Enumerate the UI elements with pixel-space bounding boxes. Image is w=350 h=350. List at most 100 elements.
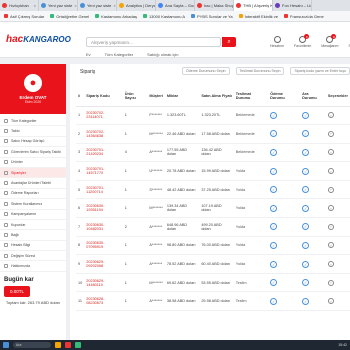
order-code-link[interactable]: 20230630-10482031 [84,217,123,237]
browser-tab[interactable]: Fon Hesabı – Lider× [273,0,312,11]
customer-name: A******* [147,217,165,237]
order-code-link[interactable]: 20230628-08230673 [84,291,123,312]
avatar[interactable]: ● [24,74,42,92]
order-code-link[interactable]: 20230701-11200714 [84,180,123,200]
site-logo[interactable]: hac KANGAROO [6,34,71,45]
chevron-right-icon[interactable]: › [327,112,334,119]
column-header: Ara Durumu [300,86,326,107]
browser-tab[interactable]: Yeni yaz siste × [78,0,117,11]
table-row[interactable]: 4 20230701-14571770 1 Ü******* 20.78 ABD dol… [76,161,350,181]
chevron-right-icon[interactable]: › [327,186,334,193]
order-code-link[interactable]: 20230629-14460110 [84,273,123,293]
order-code-link[interactable]: 20230629-09202068 [84,254,123,274]
table-row[interactable]: 2 20230702-14364638 1 M******* 22.46 ABD dol… [76,124,350,144]
table-row[interactable]: 3 20230701-21420234 4 A******* 177.55 ABD do… [76,143,350,163]
sidebar-item-label: Satıcı Hesap Görüşü [11,139,45,144]
sidebar-item[interactable]: Sistem Kurallarımız [0,199,66,210]
browser-tab[interactable]: Analytics | Deryalt× [117,0,156,11]
browser-tab[interactable]: Ana Sayfa – Googl× [156,0,195,11]
bookmark-item[interactable]: Fransızca'da Gene [284,14,324,19]
sidebar-menu: Tüm Kategoriler Tablo Satıcı Hesap Görüşü G… [0,114,66,274]
order-code-link[interactable]: 20230701-14571770 [84,161,123,181]
product-count: 4 [122,143,148,163]
order-code-link[interactable]: 20230702-23114071 [84,106,123,126]
chevron-right-icon[interactable]: › [327,168,334,175]
filter-dropdown[interactable]: Sipariş kodu yazın ve Enter tuşu [290,67,350,75]
tab-favicon-icon [197,3,202,8]
bookmark-item[interactable]: 13000 Kastamonu A [142,14,185,19]
sidebar-item[interactable]: Hesabı Bilgi [0,241,66,252]
table-row[interactable]: 8 20230630-07095919 1 A******* 98.80 ABD dol… [76,236,350,256]
sidebar-item-label: Hakkımızda [11,264,30,269]
menu-item-icon [4,201,8,206]
chevron-right-icon[interactable]: › [327,279,334,286]
sidebar-item[interactable]: Kuponlar [0,220,66,231]
browser-tabbar: Hızlıçıkhan × Yeni yaz siste × Yeni yaz sist… [0,0,350,11]
category-link[interactable]: Satılığı olmak için [147,52,178,57]
header-icon-favorilerim[interactable]: 0 Favorilerim [294,34,311,48]
bookmark-item[interactable]: Asif Çıkmış Sorular [4,14,44,19]
bookmark-item[interactable]: İnteraktif Ekinlik ve [238,14,278,19]
header-icon-hesabım[interactable]: Hesabım [270,36,284,48]
header-icon-mesajlarım[interactable]: 0 Mesajlarım [321,34,338,48]
options: › [325,106,350,126]
browser-tab[interactable]: hac | Maka Shopp× [195,0,234,11]
bookmark-item[interactable]: Ortaöğretim Genel [50,14,89,19]
chrome-icon[interactable] [65,342,71,348]
order-code-link[interactable]: 20230630-07095919 [84,236,123,256]
check-icon: ✓ [302,260,310,268]
browser-tab[interactable]: THB | Alışveriş Kol× [234,0,273,11]
bookmark-item[interactable]: Kastamonu Arkadaş [95,14,137,19]
sidebar-item[interactable]: Ürünler [0,158,66,168]
sidebar-item[interactable]: Kampanyalarım [0,210,66,220]
table-row[interactable]: 11 20230628-08230673 1 A******* 38.98 ABD do… [76,291,350,312]
close-icon[interactable]: × [113,3,115,8]
table-row[interactable]: 5 20230701-11200714 1 S******* 48.42 ABD dol… [76,180,350,200]
search-input[interactable]: Alışveriş yapmanın... [86,37,221,47]
sidebar-item[interactable]: Değişim Süreci [0,251,66,262]
close-icon[interactable]: × [74,3,76,8]
filter-dropdown[interactable]: Ödeme Durumunu Seçin [181,67,230,75]
search-button[interactable]: ⌕ [222,37,236,47]
sidebar-item[interactable]: Tablo [0,126,66,137]
chevron-right-icon[interactable]: › [327,223,334,230]
column-header: # [76,86,85,107]
chevron-right-icon[interactable]: › [327,205,334,212]
sidebar-item[interactable]: Görevlerim Satıcı Sipariş Takibi [0,147,66,158]
sidebar-item[interactable]: Hakkımızda [0,261,66,272]
filter-dropdown[interactable]: Teslimat Durumunu Seçin [235,67,285,75]
bookmark-item[interactable]: PYBS Sorular ve Ya [190,14,233,19]
app-icon[interactable] [75,342,81,348]
sidebar-item[interactable]: Siparişler [0,167,66,179]
sidebar-item[interactable]: Bağlı [0,230,66,241]
order-code-link[interactable]: 20230702-14364638 [84,124,123,144]
start-icon[interactable] [3,342,9,348]
order-code-link[interactable]: 20230630-19351194 [84,198,123,219]
amount: 22.46 ABD doları [164,124,200,144]
files-icon[interactable] [55,342,61,348]
taskbar-search[interactable]: Ara [13,342,51,348]
today-value-button[interactable]: 0.00TL [4,285,30,297]
sidebar-item[interactable]: Ödeme Raporları [0,189,66,200]
table-row[interactable]: 1 20230702-23114071 1 F******* 1.323.60TL 1.3… [76,106,350,126]
sidebar-item[interactable]: Satıcı Hesap Görüşü [0,137,66,148]
sidebar-item[interactable]: Tüm Kategoriler [0,116,66,127]
browser-tab[interactable]: Yeni yaz siste × [39,0,78,11]
close-icon[interactable]: × [34,3,36,8]
check-icon: ✓ [270,130,278,138]
row-number: 10 [76,273,85,293]
table-row[interactable]: 6 20230630-19351194 1 M******* 139.34 ABD do… [76,198,350,219]
order-code-link[interactable]: 20230701-21420234 [84,143,123,163]
chevron-right-icon[interactable]: › [327,298,334,305]
chevron-right-icon[interactable]: › [327,242,334,249]
category-link[interactable]: Tüm Kategoriler [105,52,133,57]
table-row[interactable]: 10 20230629-14460110 1 M******* 69.62 ABD do… [76,273,350,293]
table-row[interactable]: 9 20230629-09202068 1 A******* 78.52 ABD dol… [76,254,350,274]
sidebar-item[interactable]: Avantajlar Ürünleri Talebi [0,178,66,189]
chevron-right-icon[interactable]: › [327,130,334,137]
table-row[interactable]: 7 20230630-10482031 2 A******* 648.96 ABD do… [76,217,350,237]
chevron-right-icon[interactable]: › [327,149,334,156]
category-link[interactable]: Ev [86,52,91,57]
chevron-right-icon[interactable]: › [327,261,334,268]
browser-tab[interactable]: Hızlıçıkhan × [0,0,39,11]
